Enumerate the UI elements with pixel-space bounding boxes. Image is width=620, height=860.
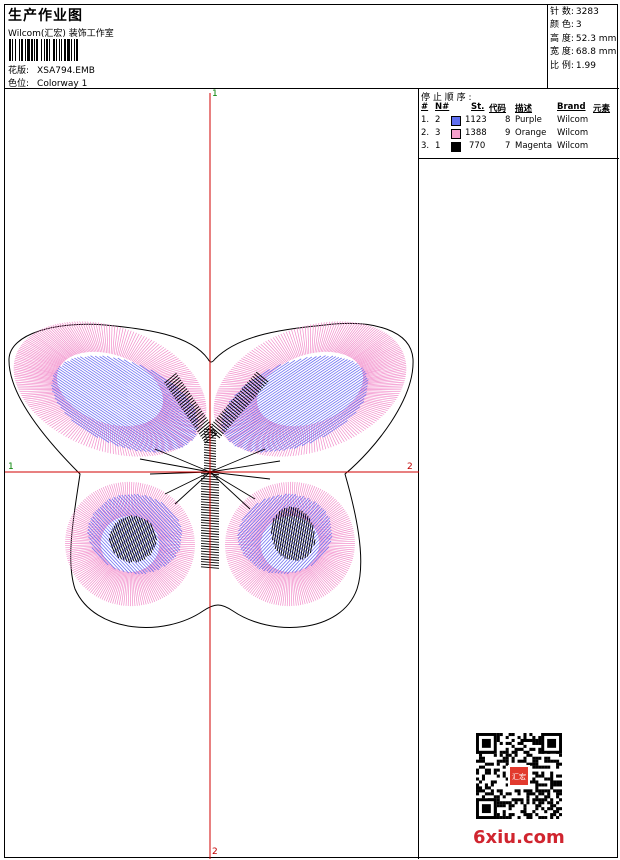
table: # N# St. 代码 描述 Brand 元素 1. 2 1123 8 Purp… — [419, 102, 619, 154]
table-header: # N# St. 代码 描述 Brand 元素 — [419, 102, 619, 115]
color-swatch — [451, 142, 461, 152]
height-label: 高 度: — [550, 33, 574, 44]
header: 生产作业图 Wilcom(汇宏) 装饰工作室 花版: XSA794.EMB 色位:… — [5, 5, 547, 89]
height-value: 52.3 mm — [575, 33, 617, 44]
col-header: # — [421, 102, 429, 112]
color-swatch — [451, 116, 461, 126]
width-row: 宽 度: 68.8 mm — [550, 46, 619, 59]
colors-row: 颜 色: 3 — [550, 19, 619, 32]
ratio-row: 比 例: 1.99 — [550, 60, 619, 73]
width-value: 68.8 mm — [575, 47, 617, 58]
pattern-value: XSA794.EMB — [37, 66, 95, 76]
stitches-value: 3283 — [575, 7, 599, 17]
ratio-value: 1.99 — [575, 60, 596, 71]
company-name: Wilcom(汇宏) 装饰工作室 — [8, 29, 114, 39]
row-code: 8 — [505, 115, 511, 125]
row-num: 2. — [421, 128, 430, 138]
col-header: St. — [471, 102, 485, 112]
row-stitches: 770 — [469, 141, 486, 151]
sheet-title: 生产作业图 — [8, 8, 83, 24]
row-stitches: 1388 — [465, 128, 487, 138]
table-row[interactable]: 1. 2 1123 8 Purple Wilcom — [419, 115, 619, 128]
color-stop-table: 停 止 顺 序 : # N# St. 代码 描述 Brand 元素 1. 2 1… — [419, 89, 619, 159]
row-brand: Wilcom — [557, 128, 589, 138]
colorway-label: 色位: — [8, 79, 30, 89]
axis-right-label: 2 — [407, 462, 413, 472]
design-stats: 针 数: 3283 颜 色: 3 高 度: 52.3 mm 宽 度: 68.8 mm 比… — [547, 5, 619, 89]
col-header: 代码 — [489, 104, 507, 114]
colors-label: 颜 色: — [550, 20, 574, 31]
width-label: 宽 度: — [550, 47, 574, 58]
colorway-line: 色位: Colorway 1 — [8, 76, 87, 89]
stitches-label: 针 数: — [550, 7, 574, 17]
row-needle: 3 — [435, 128, 441, 138]
table-row[interactable]: 2. 3 1388 9 Orange Wilcom — [419, 128, 619, 141]
design-canvas[interactable]: 1 2 1 2 — [5, 89, 419, 859]
row-desc: Purple — [515, 115, 542, 125]
colorway-value: Colorway 1 — [37, 79, 88, 89]
col-header: 描述 — [515, 104, 533, 114]
row-brand: Wilcom — [557, 115, 589, 125]
row-stitches: 1123 — [465, 115, 487, 125]
row-code: 7 — [505, 141, 511, 151]
stamp-text: 汇宏 — [512, 772, 526, 781]
row-desc: Magenta — [515, 141, 553, 151]
row-brand: Wilcom — [557, 141, 589, 151]
butterfly-design — [5, 93, 419, 859]
col-header: Brand — [557, 102, 586, 112]
axis-left-label: 1 — [8, 462, 14, 472]
qr-code: 汇宏 — [476, 733, 562, 819]
col-header: 元素 — [593, 104, 611, 114]
production-sheet: 生产作业图 Wilcom(汇宏) 装饰工作室 花版: XSA794.EMB 色位:… — [4, 4, 619, 859]
watermark-logo: 6xiu.com — [473, 827, 565, 848]
axis-bottom-label: 2 — [212, 847, 218, 857]
axis-top-label: 1 — [212, 89, 218, 99]
color-swatch — [451, 129, 461, 139]
height-row: 高 度: 52.3 mm — [550, 33, 619, 46]
row-num: 3. — [421, 141, 430, 151]
row-needle: 2 — [435, 115, 441, 125]
row-desc: Orange — [515, 128, 547, 138]
colors-value: 3 — [575, 20, 582, 31]
pattern-line: 花版: XSA794.EMB — [8, 63, 95, 76]
row-code: 9 — [505, 128, 511, 138]
table-row[interactable]: 3. 1 770 7 Magenta Wilcom — [419, 141, 619, 154]
stitches-row: 针 数: 3283 — [550, 6, 619, 19]
pattern-label: 花版: — [8, 66, 30, 76]
col-header: N# — [435, 102, 450, 112]
row-needle: 1 — [435, 141, 441, 151]
row-num: 1. — [421, 115, 430, 125]
barcode — [9, 39, 78, 61]
ratio-label: 比 例: — [550, 60, 574, 71]
